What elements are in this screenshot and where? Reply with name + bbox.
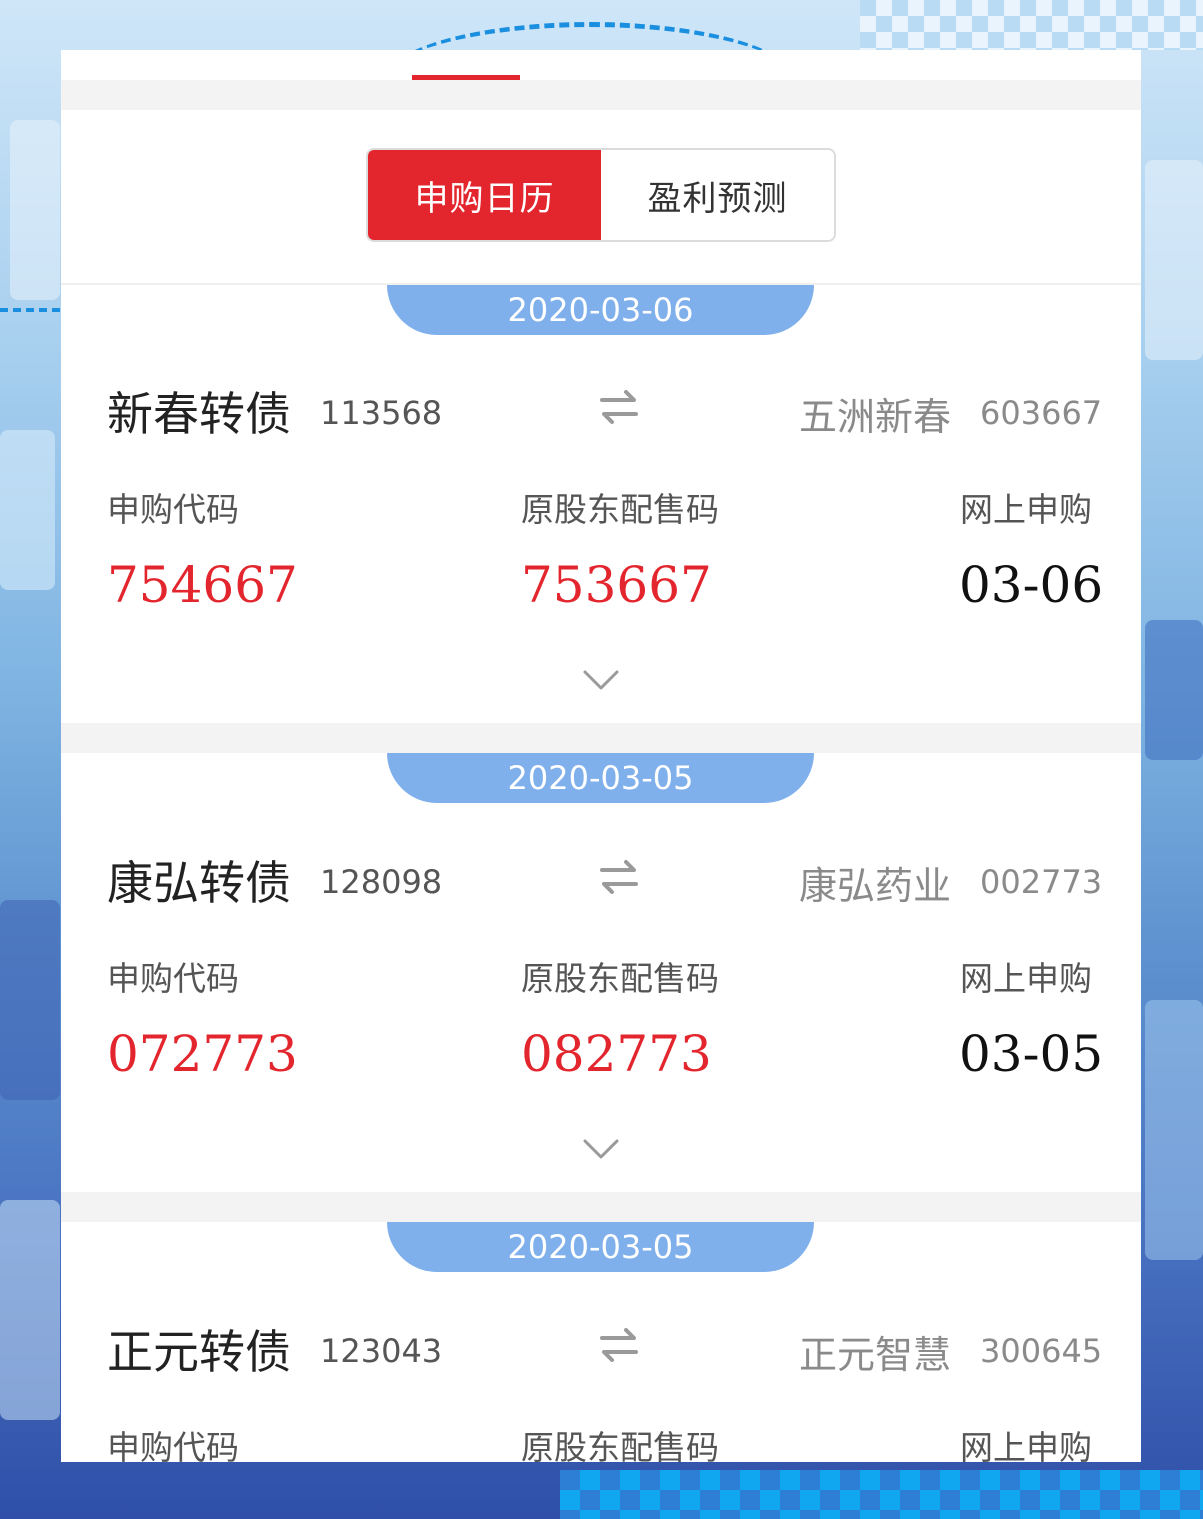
subscription-code-value: 072773 — [107, 1025, 298, 1083]
swap-arrows-icon — [600, 860, 638, 894]
dashed-line-decoration — [0, 308, 60, 312]
bond-name: 新春转债 — [107, 387, 291, 441]
placement-code-value: 082773 — [521, 1025, 712, 1083]
date-pill: 2020-03-05 — [387, 1222, 814, 1272]
subscription-code-label: 申购代码 — [107, 490, 239, 529]
chevron-down-icon[interactable] — [581, 1137, 621, 1161]
online-subscription-label: 网上申购 — [960, 490, 1092, 529]
checker-pattern-bottom — [560, 1470, 1203, 1519]
segment-profit-forecast[interactable]: 盈利预测 — [601, 150, 834, 240]
content-panel: 申购日历 盈利预测 2020-03-06 新春转债 113568 五洲新春 60… — [61, 50, 1141, 1462]
online-subscription-label: 网上申购 — [960, 1428, 1092, 1462]
stock-name: 五洲新春 — [799, 395, 952, 439]
swap-arrows-icon — [600, 390, 638, 424]
stock-code: 300645 — [980, 1332, 1103, 1370]
placement-code-label: 原股东配售码 — [521, 490, 719, 529]
stock-name: 康弘药业 — [799, 864, 952, 908]
bond-code: 128098 — [320, 863, 443, 901]
bond-code: 123043 — [320, 1332, 443, 1370]
placement-code-label: 原股东配售码 — [521, 1428, 719, 1462]
segmented-control: 申购日历 盈利预测 — [366, 148, 836, 242]
subscription-code-value: 754667 — [107, 556, 298, 614]
subscription-code-label: 申购代码 — [107, 1428, 239, 1462]
subscription-code-label: 申购代码 — [107, 959, 239, 998]
swap-arrows-icon — [600, 1328, 638, 1362]
stock-code: 002773 — [980, 863, 1103, 901]
section-divider — [61, 1192, 1141, 1222]
section-divider — [61, 80, 1141, 110]
online-subscription-date: 03-06 — [959, 556, 1104, 614]
online-subscription-date: 03-05 — [959, 1025, 1104, 1083]
checker-pattern-top — [860, 0, 1203, 50]
bond-code: 113568 — [320, 394, 443, 432]
date-pill: 2020-03-06 — [387, 285, 814, 335]
tab-strip — [61, 50, 1141, 80]
bond-name: 正元转债 — [107, 1325, 291, 1379]
section-divider — [61, 723, 1141, 753]
date-pill: 2020-03-05 — [387, 753, 814, 803]
stock-code: 603667 — [980, 394, 1103, 432]
placement-code-label: 原股东配售码 — [521, 959, 719, 998]
stock-name: 正元智慧 — [799, 1333, 952, 1377]
segment-subscription-calendar[interactable]: 申购日历 — [368, 150, 601, 240]
online-subscription-label: 网上申购 — [960, 959, 1092, 998]
chevron-down-icon[interactable] — [581, 668, 621, 692]
bond-name: 康弘转债 — [107, 856, 291, 910]
placement-code-value: 753667 — [521, 556, 712, 614]
